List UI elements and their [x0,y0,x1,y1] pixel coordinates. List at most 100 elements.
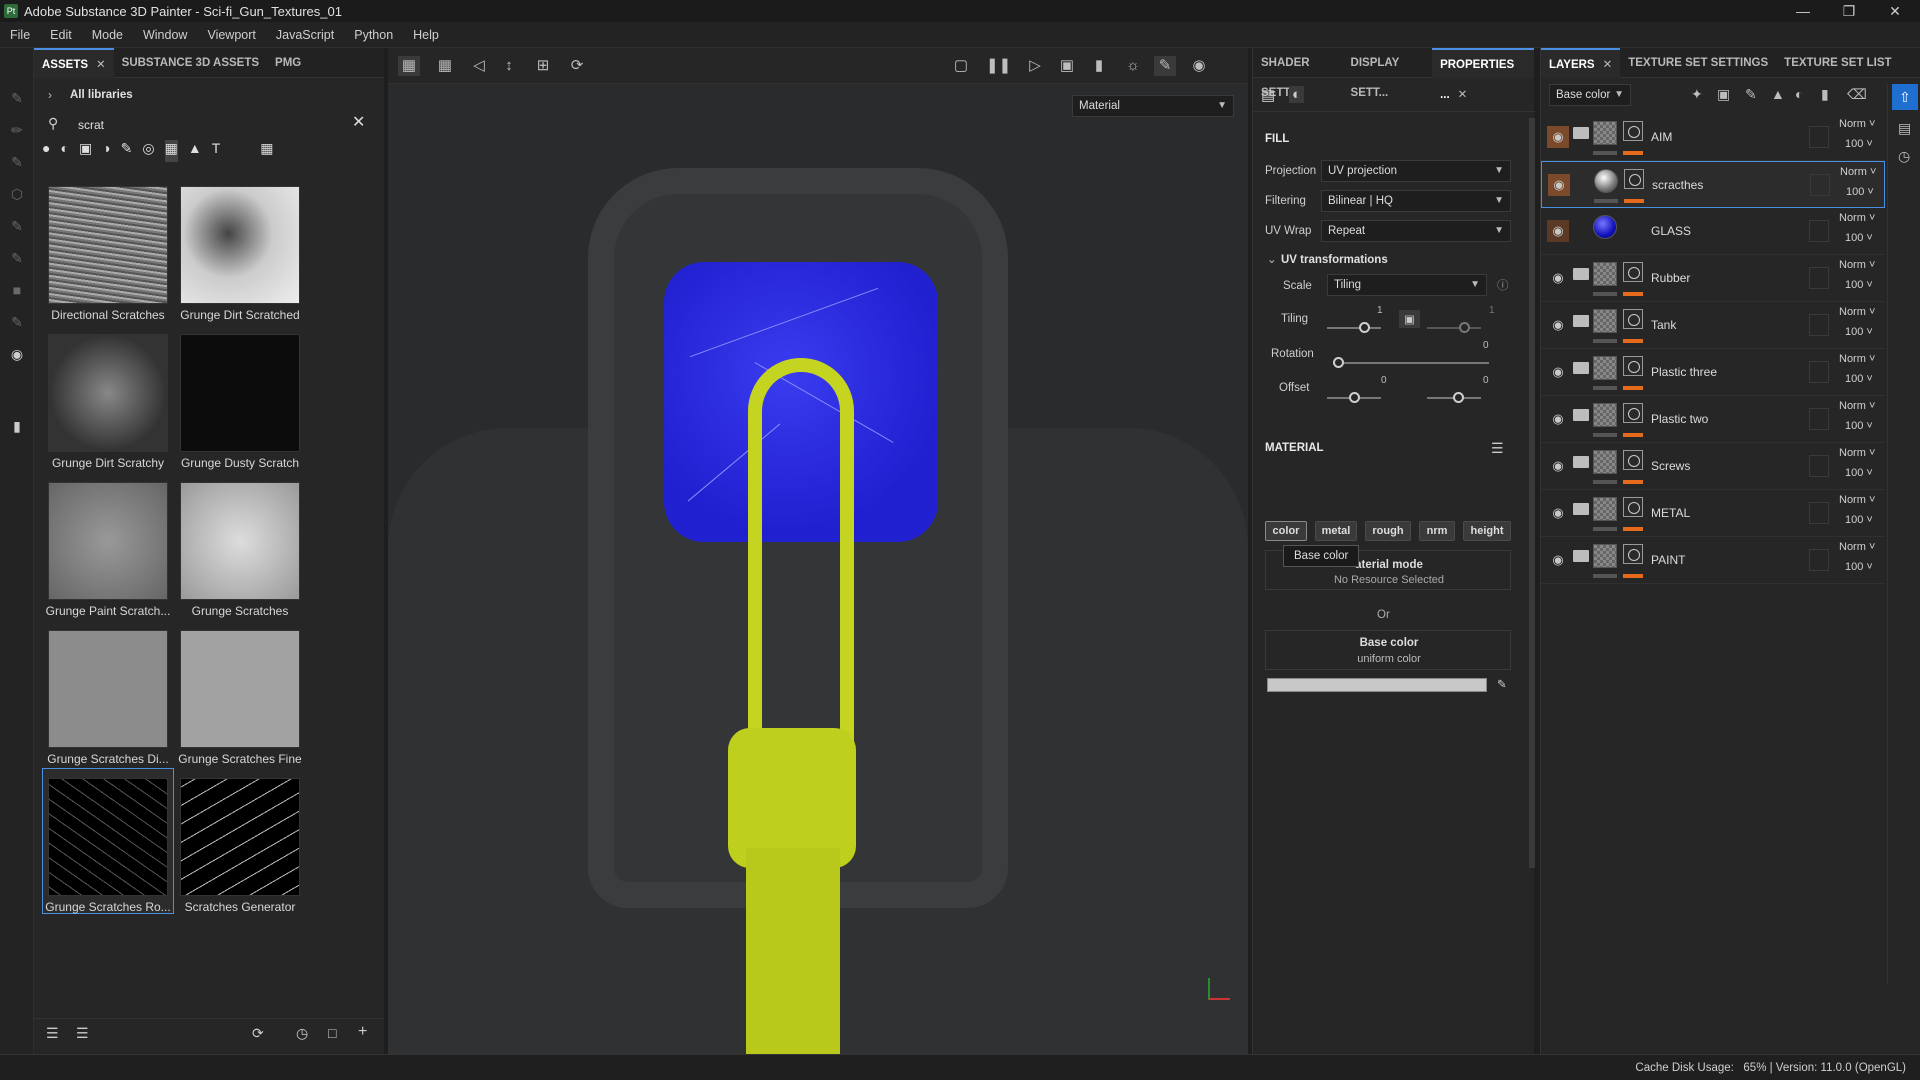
filter-list-icon[interactable]: ☰ [76,1025,89,1042]
channel-nrm-button[interactable]: nrm [1419,521,1455,541]
tiling-slider-1[interactable] [1327,327,1381,329]
visibility-eye-icon[interactable]: ◉ [1548,174,1570,196]
layer-mask-slot[interactable] [1809,502,1829,524]
light-icon[interactable]: ☼ [1122,56,1144,76]
base-color-box[interactable]: Base color uniform color [1265,630,1511,670]
close-tab-icon[interactable]: ✕ [1603,59,1613,71]
projection-icon[interactable]: ✎ [9,154,25,170]
asset-label[interactable]: Directional Scratches [43,308,173,322]
asset-thumbnail[interactable] [48,482,168,600]
mask-thumbnail[interactable] [1623,121,1643,141]
blend-mode-select[interactable]: Norm ˅ [1839,541,1875,553]
slider-knob[interactable] [1333,357,1344,368]
smudge-icon[interactable]: ✎ [9,218,25,234]
visibility-eye-icon[interactable]: ◉ [1547,549,1569,571]
menu-mode[interactable]: Mode [82,28,133,42]
add-fill-layer-icon[interactable]: ▲ [1771,86,1785,102]
text-filter-icon[interactable]: T [212,140,221,162]
asset-label[interactable]: Grunge Dirt Scratchy [43,456,173,470]
opacity-value[interactable]: 100 ˅ [1845,467,1873,479]
asset-thumbnail[interactable] [180,482,300,600]
tab-texture-set-list[interactable]: TEXTURE SET LIST [1776,48,1899,78]
mask-thumbnail[interactable] [1623,497,1643,517]
blend-mode-select[interactable]: Norm ˅ [1839,259,1875,271]
slider-knob[interactable] [1349,392,1360,403]
asset-label[interactable]: Grunge Dusty Scratch [175,456,305,470]
particle-filter-icon[interactable]: ◎ [142,140,154,162]
asset-thumbnail[interactable] [180,186,300,304]
log-icon[interactable]: ▤ [1898,120,1911,137]
layer-mask-slot[interactable] [1809,549,1829,571]
layer-name[interactable]: Plastic three [1651,365,1717,379]
tab-pmg[interactable]: PMG [267,48,309,78]
import-icon[interactable]: □ [328,1025,336,1041]
clear-search-icon[interactable]: ✕ [352,112,365,132]
layer-row[interactable]: ◉ Tank Norm ˅ 100 ˅ [1541,302,1885,349]
blend-mode-select[interactable]: Norm ˅ [1839,118,1875,130]
asset-label[interactable]: Grunge Scratches [175,604,305,618]
eraser-icon[interactable]: ✏ [9,122,25,138]
tab-shader-settings[interactable]: SHADER SETT... [1253,48,1343,99]
material-filter-icon[interactable]: ● [42,140,50,162]
menu-javascript[interactable]: JavaScript [266,28,344,42]
asset-thumbnail[interactable] [180,630,300,748]
visibility-eye-icon[interactable]: ◉ [1547,502,1569,524]
visibility-eye-icon[interactable]: ◉ [1547,220,1569,242]
opacity-value[interactable]: 100 ˅ [1845,420,1873,432]
cube-icon[interactable]: ▣ [1056,56,1078,76]
slider-knob[interactable] [1453,392,1464,403]
search-input[interactable]: scrat [78,118,104,132]
viewport-3d[interactable] [388,48,1248,1054]
add-mask-icon[interactable]: ▣ [1717,86,1730,103]
scrollbar[interactable] [1529,118,1535,868]
path-icon[interactable]: ✎ [9,314,25,330]
material-picker-icon[interactable]: ▮ [9,418,25,434]
layer-mask-slot[interactable] [1809,220,1829,242]
slider-knob[interactable] [1459,322,1470,333]
tab-substance-3d-assets[interactable]: SUBSTANCE 3D ASSETS [114,48,267,78]
asset-thumbnail[interactable] [48,334,168,452]
picker-icon[interactable]: ◉ [9,346,25,362]
opacity-value[interactable]: 100 ˅ [1845,326,1873,338]
tab-assets[interactable]: ASSETS ✕ [34,47,114,78]
visibility-eye-icon[interactable]: ◉ [1547,267,1569,289]
tab-texture-set-settings[interactable]: TEXTURE SET SETTINGS [1620,48,1776,78]
asset-thumbnail[interactable] [180,334,300,452]
mask-filter-icon[interactable]: ▣ [79,140,92,162]
layer-mask-slot[interactable] [1809,267,1829,289]
layer-name[interactable]: Tank [1651,318,1676,332]
blend-mode-select[interactable]: Norm ˅ [1839,212,1875,224]
close-icon[interactable]: ✕ [1872,0,1918,22]
channel-metal-button[interactable]: metal [1315,521,1357,541]
layer-name[interactable]: Rubber [1651,271,1690,285]
generator-filter-icon[interactable]: ◑ [102,140,110,162]
mask-thumbnail[interactable] [1623,356,1643,376]
breadcrumb[interactable]: All libraries [70,89,133,101]
mirror-icon[interactable]: ↕ [498,56,520,76]
minimize-icon[interactable]: — [1780,0,1826,22]
visibility-eye-icon[interactable]: ◉ [1547,408,1569,430]
opacity-value[interactable]: 100 ˅ [1845,138,1873,150]
layer-mask-slot[interactable] [1809,455,1829,477]
blend-mode-select[interactable]: Norm ˅ [1839,306,1875,318]
viewport-mode-select[interactable]: Material ▼ [1072,95,1234,117]
asset-thumbnail[interactable] [180,778,300,896]
restore-icon[interactable]: ❐ [1826,0,1872,22]
uvwrap-select[interactable]: Repeat ▼ [1321,220,1511,242]
brush-filter-icon[interactable]: ✎ [121,140,133,162]
filtering-select[interactable]: Bilinear | HQ ▼ [1321,190,1511,212]
mask-thumbnail[interactable] [1623,544,1643,564]
tab-properties[interactable]: PROPERTIES ... ✕ [1432,47,1535,101]
blend-mode-select[interactable]: Norm ˅ [1839,353,1875,365]
asset-label[interactable]: Grunge Scratches Fine [175,752,305,766]
lock-icon[interactable]: ▣ [1399,310,1420,328]
texture-filter-icon[interactable]: ▦ [164,140,178,162]
pause-icon[interactable]: ❚❚ [986,56,1011,76]
hide-icon[interactable]: ▢ [950,56,972,76]
environment-filter-icon[interactable]: ▲ [188,140,202,162]
menu-edit[interactable]: Edit [40,28,82,42]
opacity-value[interactable]: 100 ˅ [1845,232,1873,244]
refresh-icon[interactable]: ⟳ [252,1025,264,1042]
layer-name[interactable]: Plastic two [1651,412,1708,426]
stamp-icon[interactable]: ■ [9,282,25,298]
